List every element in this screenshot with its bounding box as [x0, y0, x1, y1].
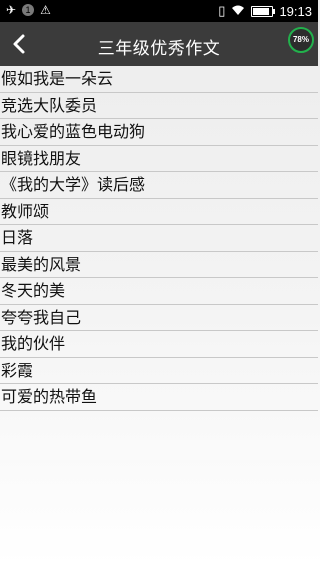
list-item[interactable]: 假如我是一朵云: [0, 66, 318, 93]
header-bar: 三年级优秀作文 78%: [0, 22, 318, 66]
list-item[interactable]: 《我的大学》读后感: [0, 172, 318, 199]
list-item[interactable]: 眼镜找朋友: [0, 146, 318, 172]
list-item[interactable]: 可爱的热带鱼: [0, 384, 318, 411]
warning-icon: ⚠: [40, 3, 51, 17]
airplane-icon: ✈: [6, 3, 17, 17]
status-bar: ✈ 1 ⚠ ▯ 19:13: [0, 0, 318, 22]
page-title: 三年级优秀作文: [97, 39, 221, 59]
list-item[interactable]: 最美的风景: [0, 252, 318, 278]
list-item[interactable]: 冬天的美: [0, 278, 318, 305]
list-item[interactable]: 夸夸我自己: [0, 305, 318, 331]
list-item[interactable]: 教师颂: [0, 199, 318, 225]
list-item[interactable]: 彩霞: [0, 358, 318, 384]
wifi-icon: [231, 4, 245, 19]
progress-badge[interactable]: 78%: [288, 27, 314, 53]
battery-icon: [251, 5, 276, 17]
vibrate-icon: ▯: [218, 3, 226, 18]
notification-count: 1: [22, 4, 35, 16]
status-left: ✈ 1 ⚠: [6, 3, 51, 17]
list-item[interactable]: 我心爱的蓝色电动狗: [0, 119, 318, 146]
status-time: 19:13: [279, 3, 312, 19]
status-right: ▯ 19:13: [218, 3, 312, 19]
list-item[interactable]: 我的伙伴: [0, 331, 318, 358]
list-item[interactable]: 日落: [0, 225, 318, 252]
essay-list: 假如我是一朵云 竞选大队委员 我心爱的蓝色电动狗 眼镜找朋友 《我的大学》读后感 教师颂日…: [0, 66, 318, 411]
list-item[interactable]: 竞选大队委员: [0, 93, 318, 119]
